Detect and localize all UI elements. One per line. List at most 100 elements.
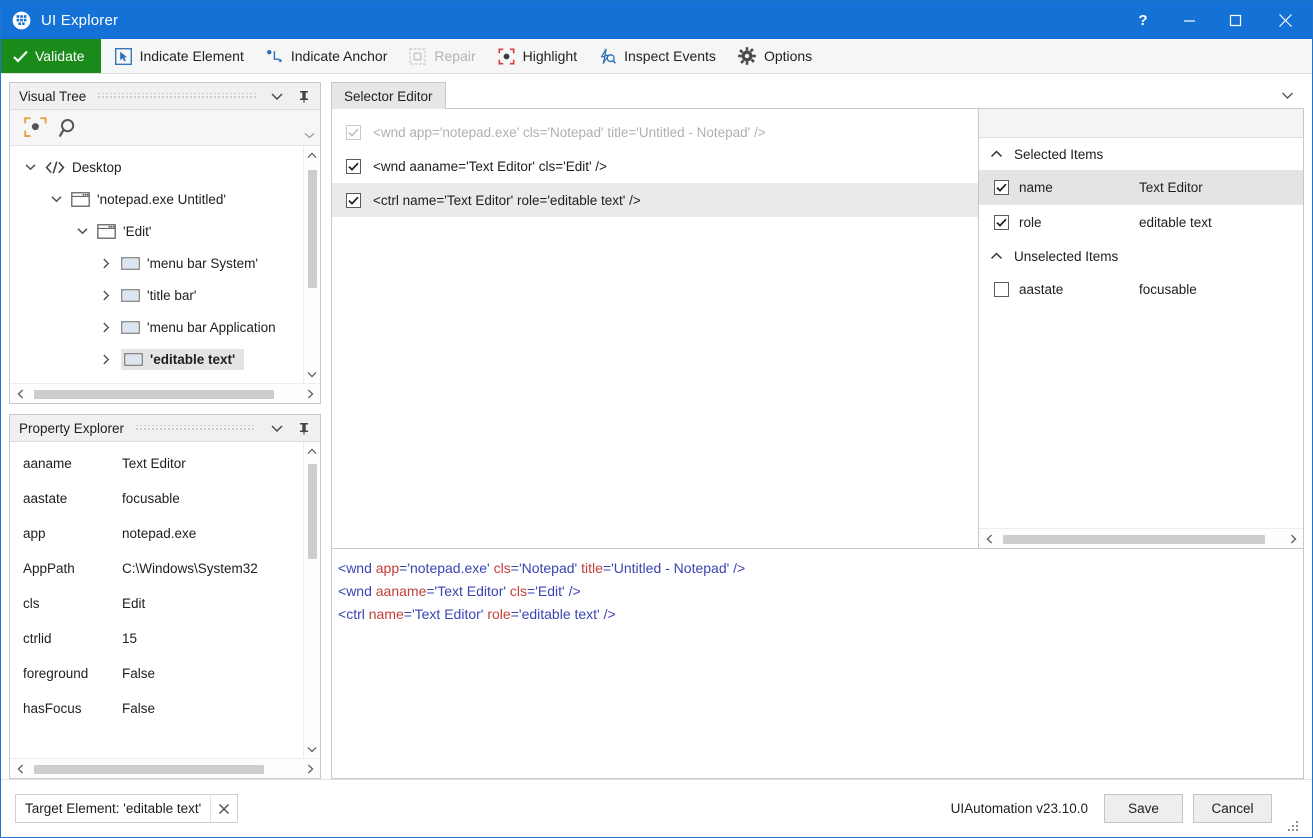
property-row[interactable]: AppPath C:\Windows\System32: [10, 551, 303, 586]
indicate-element-icon[interactable]: [22, 116, 48, 140]
visual-tree-body: Desktop: [10, 146, 320, 383]
highlight-button[interactable]: Highlight: [487, 39, 588, 73]
scrollbar-thumb[interactable]: [34, 765, 264, 774]
scroll-up-icon[interactable]: [307, 146, 317, 164]
scrollbar-track[interactable]: [30, 384, 300, 403]
tree-node-editable-text[interactable]: 'editable text': [10, 343, 303, 375]
tree-node-scroll-bar-vertical[interactable]: 'scroll bar Vertical': [10, 375, 303, 383]
visual-tree-pin-button[interactable]: [294, 90, 314, 103]
scrollbar-track[interactable]: [999, 529, 1283, 548]
clear-target-button[interactable]: [210, 795, 237, 822]
tree-node-title-bar[interactable]: 'title bar': [10, 279, 303, 311]
twisty-right-icon[interactable]: [98, 258, 114, 269]
twisty-right-icon[interactable]: [98, 290, 114, 301]
scroll-right-icon[interactable]: [1283, 534, 1303, 544]
scrollbar-thumb[interactable]: [308, 464, 317, 559]
property-row[interactable]: aaname Text Editor: [10, 446, 303, 481]
property-row[interactable]: app notepad.exe: [10, 516, 303, 551]
scrollbar-track[interactable]: [304, 460, 320, 740]
search-icon[interactable]: [56, 116, 82, 140]
tree-toolbar-overflow-button[interactable]: [304, 127, 315, 142]
scroll-right-icon[interactable]: [300, 389, 320, 399]
validate-button[interactable]: Validate: [1, 39, 101, 73]
visual-tree-collapse-button[interactable]: [267, 92, 287, 101]
scrollbar-thumb[interactable]: [308, 170, 317, 288]
item-checkbox[interactable]: [994, 180, 1009, 195]
scroll-left-icon[interactable]: [10, 764, 30, 774]
visual-tree-vertical-scrollbar[interactable]: [303, 146, 320, 383]
chevron-up-icon[interactable]: [990, 150, 1003, 158]
selector-row[interactable]: <ctrl name='Text Editor' role='editable …: [332, 183, 978, 217]
twisty-right-icon[interactable]: [98, 354, 114, 365]
twisty-down-icon[interactable]: [22, 163, 38, 171]
maximize-button[interactable]: [1212, 1, 1258, 39]
tab-selector-editor[interactable]: Selector Editor: [331, 82, 446, 109]
property-explorer-pin-button[interactable]: [294, 422, 314, 435]
property-explorer-vertical-scrollbar[interactable]: [303, 442, 320, 758]
tree-node-edit[interactable]: 'Edit': [10, 215, 303, 247]
scroll-up-icon[interactable]: [307, 442, 317, 460]
scrollbar-thumb[interactable]: [34, 390, 274, 399]
property-row[interactable]: hasFocus False: [10, 691, 303, 726]
selector-code-preview[interactable]: <wnd app='notepad.exe' cls='Notepad' tit…: [331, 549, 1304, 779]
selector-rows[interactable]: <wnd app='notepad.exe' cls='Notepad' tit…: [332, 109, 978, 548]
help-button[interactable]: ?: [1120, 1, 1166, 39]
twisty-down-icon[interactable]: [48, 195, 64, 203]
selector-row[interactable]: <wnd app='notepad.exe' cls='Notepad' tit…: [332, 115, 978, 149]
close-button[interactable]: [1258, 1, 1312, 39]
scrollbar-thumb[interactable]: [1003, 535, 1265, 544]
selector-row-checkbox[interactable]: [346, 193, 361, 208]
visual-tree-horizontal-scrollbar[interactable]: [10, 383, 320, 403]
tree-node-notepad[interactable]: 'notepad.exe Untitled': [10, 183, 303, 215]
property-explorer-collapse-button[interactable]: [267, 424, 287, 433]
code-line: <wnd aaname='Text Editor' cls='Edit' />: [336, 580, 1303, 603]
scroll-left-icon[interactable]: [979, 534, 999, 544]
unselected-item-row[interactable]: aastate focusable: [979, 272, 1303, 307]
property-value: C:\Windows\System32: [122, 561, 258, 576]
property-row[interactable]: ctrlid 15: [10, 621, 303, 656]
chevron-up-icon[interactable]: [990, 252, 1003, 260]
unselected-items-group-header[interactable]: Unselected Items: [979, 240, 1303, 272]
scroll-right-icon[interactable]: [300, 764, 320, 774]
options-button[interactable]: Options: [727, 39, 823, 73]
tab-strip: Selector Editor: [331, 82, 1304, 109]
item-value: Text Editor: [1139, 180, 1203, 195]
indicate-element-button[interactable]: Indicate Element: [101, 39, 255, 73]
selector-row-checkbox[interactable]: [346, 159, 361, 174]
property-explorer-header: Property Explorer: [10, 415, 320, 442]
property-row[interactable]: cls Edit: [10, 586, 303, 621]
twisty-right-icon[interactable]: [98, 322, 114, 333]
scrollbar-track[interactable]: [304, 164, 320, 365]
tree-node-menu-bar-system[interactable]: 'menu bar System': [10, 247, 303, 279]
twisty-down-icon[interactable]: [74, 227, 90, 235]
tree-node-menu-bar-application[interactable]: 'menu bar Application: [10, 311, 303, 343]
property-row[interactable]: aastate focusable: [10, 481, 303, 516]
save-button[interactable]: Save: [1104, 794, 1183, 823]
selector-row-checkbox[interactable]: [346, 125, 361, 140]
minimize-button[interactable]: [1166, 1, 1212, 39]
selected-item-row[interactable]: name Text Editor: [979, 170, 1303, 205]
property-row[interactable]: foreground False: [10, 656, 303, 691]
item-checkbox[interactable]: [994, 215, 1009, 230]
selected-item-row[interactable]: role editable text: [979, 205, 1303, 240]
close-icon: [218, 803, 230, 815]
inspect-events-button[interactable]: Inspect Events: [588, 39, 727, 73]
property-explorer-horizontal-scrollbar[interactable]: [10, 758, 320, 778]
resize-grip[interactable]: [1288, 821, 1300, 833]
tree-node-desktop[interactable]: Desktop: [10, 151, 303, 183]
tab-overflow-button[interactable]: [1270, 82, 1304, 108]
scroll-down-icon[interactable]: [307, 740, 317, 758]
visual-tree-nodes[interactable]: Desktop: [10, 146, 303, 383]
indicate-anchor-button[interactable]: Indicate Anchor: [255, 39, 399, 73]
cancel-button[interactable]: Cancel: [1193, 794, 1272, 823]
property-rows[interactable]: aaname Text Editor aastate focusable app…: [10, 442, 303, 758]
scroll-left-icon[interactable]: [10, 389, 30, 399]
target-element-chip[interactable]: Target Element: 'editable text': [15, 794, 238, 823]
selected-items-group-header[interactable]: Selected Items: [979, 138, 1303, 170]
items-panel-horizontal-scrollbar[interactable]: [979, 528, 1303, 548]
scrollbar-track[interactable]: [30, 759, 300, 778]
repair-button[interactable]: Repair: [398, 39, 486, 73]
selector-row[interactable]: <wnd aaname='Text Editor' cls='Edit' />: [332, 149, 978, 183]
scroll-down-icon[interactable]: [307, 365, 317, 383]
item-checkbox[interactable]: [994, 282, 1009, 297]
